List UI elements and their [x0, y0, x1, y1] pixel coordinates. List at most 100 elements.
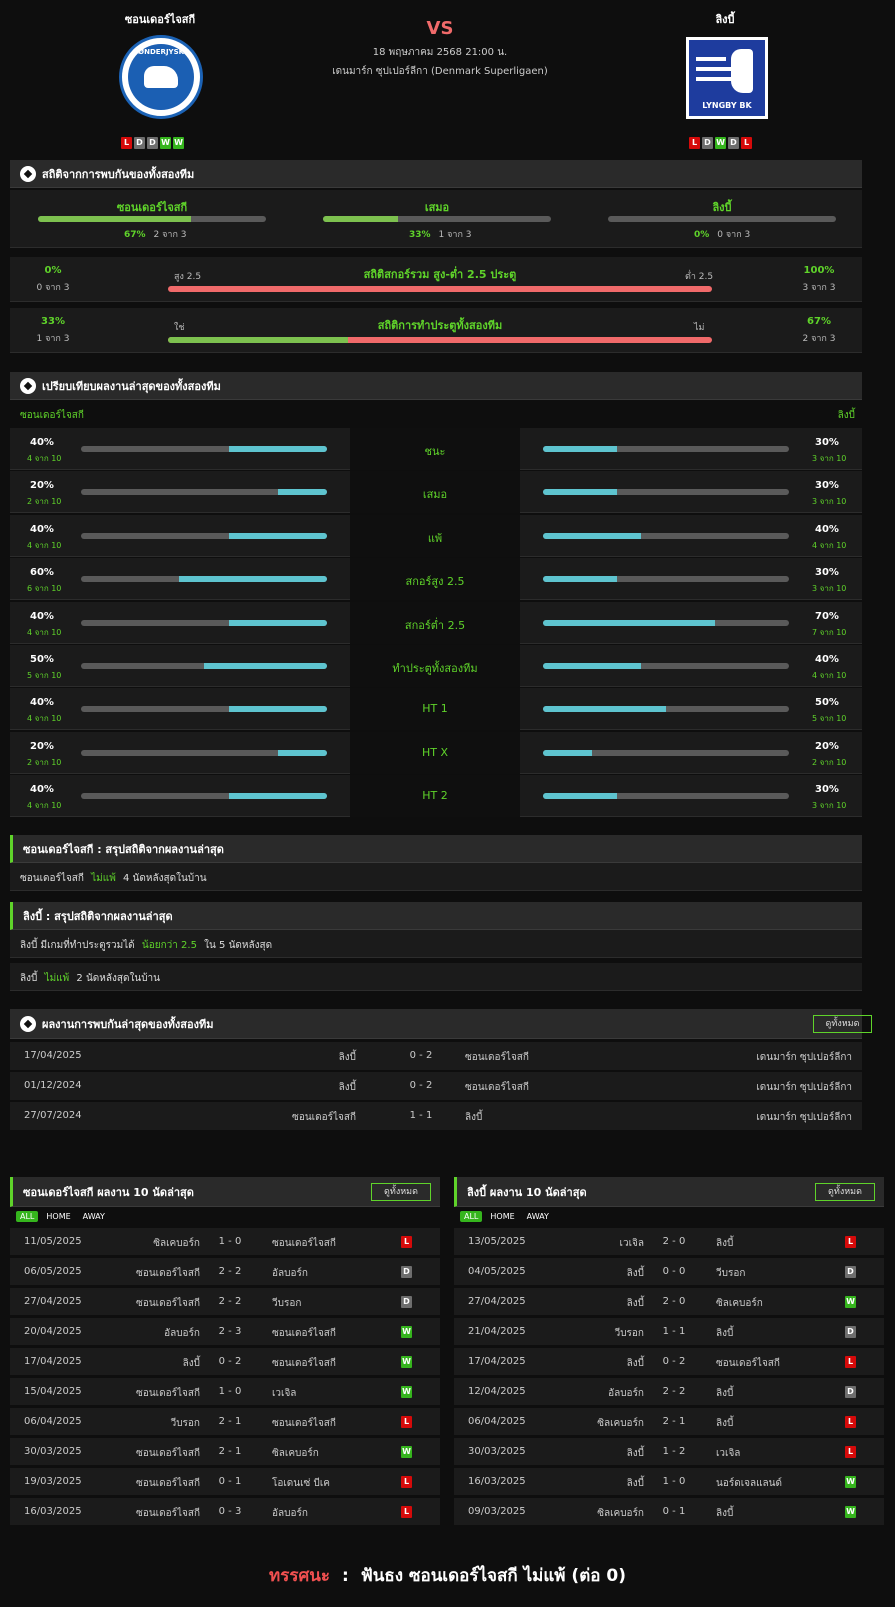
match-score[interactable]: 0 - 2: [649, 1356, 699, 1367]
recent-match-row[interactable]: 13/05/2025 เวเจิล 2 - 0 ลิงบี้ L: [454, 1228, 884, 1256]
match-home-team[interactable]: ซิลเคบอร์ก: [597, 1416, 644, 1431]
match-home-team[interactable]: ซอนเดอร์ไจสกี: [136, 1386, 200, 1401]
recent-match-row[interactable]: 06/04/2025 ซิลเคบอร์ก 2 - 1 ลิงบี้ L: [454, 1408, 884, 1436]
last10-away-view-all-button[interactable]: ดูทั้งหมด: [815, 1183, 875, 1201]
match-score[interactable]: 2 - 2: [205, 1266, 255, 1277]
away-team-logo[interactable]: LYNGBY BK: [686, 37, 768, 119]
match-home-team[interactable]: อัลบอร์ก: [608, 1386, 644, 1401]
match-score[interactable]: 2 - 0: [649, 1296, 699, 1307]
last10-home-view-all-button[interactable]: ดูทั้งหมด: [371, 1183, 431, 1201]
match-home-team[interactable]: ซิลเคบอร์ก: [597, 1506, 644, 1521]
recent-match-row[interactable]: 09/03/2025 ซิลเคบอร์ก 0 - 1 ลิงบี้ W: [454, 1498, 884, 1526]
match-home-team[interactable]: ซิลเคบอร์ก: [153, 1236, 200, 1251]
match-home-team[interactable]: ลิงบี้: [627, 1446, 644, 1461]
match-away-team[interactable]: เวเจิล: [272, 1386, 296, 1401]
home-team-name[interactable]: ซอนเดอร์ไจสกี: [80, 10, 240, 28]
match-away-team[interactable]: ลิงบี้: [716, 1326, 733, 1341]
match-away-team[interactable]: ลิงบี้: [465, 1110, 482, 1125]
match-score[interactable]: 2 - 2: [649, 1386, 699, 1397]
match-home-team[interactable]: อัลบอร์ก: [164, 1326, 200, 1341]
match-away-team[interactable]: นอร์ดเจลแลนด์: [716, 1476, 782, 1491]
match-score[interactable]: 0 - 1: [205, 1476, 255, 1487]
match-away-team[interactable]: อัลบอร์ก: [272, 1506, 308, 1521]
home-team-logo[interactable]: SØNDERJYSKE: [119, 35, 203, 119]
match-home-team[interactable]: เวเจิล: [620, 1236, 644, 1251]
match-score[interactable]: 2 - 3: [205, 1326, 255, 1337]
match-home-team[interactable]: ซอนเดอร์ไจสกี: [136, 1446, 200, 1461]
match-home-team[interactable]: ลิงบี้: [339, 1080, 356, 1095]
match-score[interactable]: 1 - 1: [649, 1326, 699, 1337]
match-away-team[interactable]: ซอนเดอร์ไจสกี: [465, 1050, 529, 1065]
recent-match-row[interactable]: 06/04/2025 วีบรอก 2 - 1 ซอนเดอร์ไจสกี L: [10, 1408, 440, 1436]
match-away-team[interactable]: ซอนเดอร์ไจสกี: [272, 1356, 336, 1371]
match-away-team[interactable]: ลิงบี้: [716, 1386, 733, 1401]
match-score[interactable]: 1 - 0: [205, 1386, 255, 1397]
recent-match-row[interactable]: 11/05/2025 ซิลเคบอร์ก 1 - 0 ซอนเดอร์ไจสกี L: [10, 1228, 440, 1256]
recent-match-row[interactable]: 27/04/2025 ซอนเดอร์ไจสกี 2 - 2 วีบรอก D: [10, 1288, 440, 1316]
match-home-team[interactable]: ซอนเดอร์ไจสกี: [136, 1476, 200, 1491]
compare-home-team[interactable]: ซอนเดอร์ไจสกี: [20, 408, 84, 423]
match-away-team[interactable]: โอเดนเซ่ บีเค: [272, 1476, 330, 1491]
match-score[interactable]: 0 - 1: [649, 1506, 699, 1517]
match-away-team[interactable]: ลิงบี้: [716, 1236, 733, 1251]
match-away-team[interactable]: เวเจิล: [716, 1446, 740, 1461]
match-away-team[interactable]: ซิลเคบอร์ก: [716, 1296, 763, 1311]
recent-match-row[interactable]: 17/04/2025 ลิงบี้ 0 - 2 ซอนเดอร์ไจสกี W: [10, 1348, 440, 1376]
match-away-team[interactable]: ลิงบี้: [716, 1506, 733, 1521]
match-home-team[interactable]: ซอนเดอร์ไจสกี: [292, 1110, 356, 1125]
match-away-team[interactable]: อัลบอร์ก: [272, 1266, 308, 1281]
match-home-team[interactable]: วีบรอก: [615, 1326, 644, 1341]
match-away-team[interactable]: วีบรอก: [272, 1296, 301, 1311]
match-away-team[interactable]: ซอนเดอร์ไจสกี: [272, 1236, 336, 1251]
recent-match-row[interactable]: 21/04/2025 วีบรอก 1 - 1 ลิงบี้ D: [454, 1318, 884, 1346]
match-score[interactable]: 2 - 2: [205, 1296, 255, 1307]
filter-tab-home[interactable]: HOME: [486, 1211, 518, 1222]
match-away-team[interactable]: ซอนเดอร์ไจสกี: [716, 1356, 780, 1371]
filter-tab-home[interactable]: HOME: [42, 1211, 74, 1222]
match-score[interactable]: 0 - 2: [396, 1050, 446, 1061]
match-away-team[interactable]: ซอนเดอร์ไจสกี: [272, 1416, 336, 1431]
filter-tab-all[interactable]: ALL: [16, 1211, 39, 1222]
match-score[interactable]: 2 - 1: [205, 1416, 255, 1427]
match-home-team[interactable]: ลิงบี้: [183, 1356, 200, 1371]
filter-tab-away[interactable]: AWAY: [79, 1211, 109, 1222]
h2h-result-row[interactable]: 01/12/2024 ลิงบี้ 0 - 2 ซอนเดอร์ไจสกี เดนมาร…: [10, 1072, 862, 1100]
match-away-team[interactable]: ซิลเคบอร์ก: [272, 1446, 319, 1461]
match-score[interactable]: 0 - 2: [396, 1080, 446, 1091]
match-home-team[interactable]: ซอนเดอร์ไจสกี: [136, 1296, 200, 1311]
recent-match-row[interactable]: 30/03/2025 ลิงบี้ 1 - 2 เวเจิล L: [454, 1438, 884, 1466]
recent-match-row[interactable]: 30/03/2025 ซอนเดอร์ไจสกี 2 - 1 ซิลเคบอร์ก W: [10, 1438, 440, 1466]
h2h-view-all-button[interactable]: ดูทั้งหมด: [813, 1015, 872, 1033]
recent-match-row[interactable]: 06/05/2025 ซอนเดอร์ไจสกี 2 - 2 อัลบอร์ก D: [10, 1258, 440, 1286]
h2h-result-row[interactable]: 17/04/2025 ลิงบี้ 0 - 2 ซอนเดอร์ไจสกี เดนมาร…: [10, 1042, 862, 1070]
recent-match-row[interactable]: 12/04/2025 อัลบอร์ก 2 - 2 ลิงบี้ D: [454, 1378, 884, 1406]
filter-tab-all[interactable]: ALL: [460, 1211, 483, 1222]
filter-tab-away[interactable]: AWAY: [523, 1211, 553, 1222]
match-away-team[interactable]: ซอนเดอร์ไจสกี: [272, 1326, 336, 1341]
match-away-team[interactable]: ซอนเดอร์ไจสกี: [465, 1080, 529, 1095]
away-team-name[interactable]: ลิงบี้: [660, 10, 790, 28]
recent-match-row[interactable]: 27/04/2025 ลิงบี้ 2 - 0 ซิลเคบอร์ก W: [454, 1288, 884, 1316]
match-home-team[interactable]: ลิงบี้: [339, 1050, 356, 1065]
match-score[interactable]: 1 - 2: [649, 1446, 699, 1457]
match-league[interactable]: เดนมาร์ก ซุปเปอร์ลีกา (Denmark Superliga…: [290, 64, 590, 79]
compare-away-team[interactable]: ลิงบี้: [780, 408, 855, 423]
recent-match-row[interactable]: 15/04/2025 ซอนเดอร์ไจสกี 1 - 0 เวเจิล W: [10, 1378, 440, 1406]
match-away-team[interactable]: วีบรอก: [716, 1266, 745, 1281]
match-score[interactable]: 2 - 1: [205, 1446, 255, 1457]
match-score[interactable]: 0 - 0: [649, 1266, 699, 1277]
match-score[interactable]: 2 - 1: [649, 1416, 699, 1427]
match-score[interactable]: 1 - 1: [396, 1110, 446, 1121]
match-home-team[interactable]: ลิงบี้: [627, 1476, 644, 1491]
match-score[interactable]: 0 - 3: [205, 1506, 255, 1517]
h2h-result-row[interactable]: 27/07/2024 ซอนเดอร์ไจสกี 1 - 1 ลิงบี้ เดนมาร…: [10, 1102, 862, 1130]
recent-match-row[interactable]: 16/03/2025 ซอนเดอร์ไจสกี 0 - 3 อัลบอร์ก L: [10, 1498, 440, 1526]
recent-match-row[interactable]: 04/05/2025 ลิงบี้ 0 - 0 วีบรอก D: [454, 1258, 884, 1286]
match-home-team[interactable]: ซอนเดอร์ไจสกี: [136, 1506, 200, 1521]
recent-match-row[interactable]: 20/04/2025 อัลบอร์ก 2 - 3 ซอนเดอร์ไจสกี W: [10, 1318, 440, 1346]
match-home-team[interactable]: ลิงบี้: [627, 1296, 644, 1311]
match-home-team[interactable]: ซอนเดอร์ไจสกี: [136, 1266, 200, 1281]
recent-match-row[interactable]: 17/04/2025 ลิงบี้ 0 - 2 ซอนเดอร์ไจสกี L: [454, 1348, 884, 1376]
match-score[interactable]: 1 - 0: [205, 1236, 255, 1247]
match-home-team[interactable]: ลิงบี้: [627, 1266, 644, 1281]
